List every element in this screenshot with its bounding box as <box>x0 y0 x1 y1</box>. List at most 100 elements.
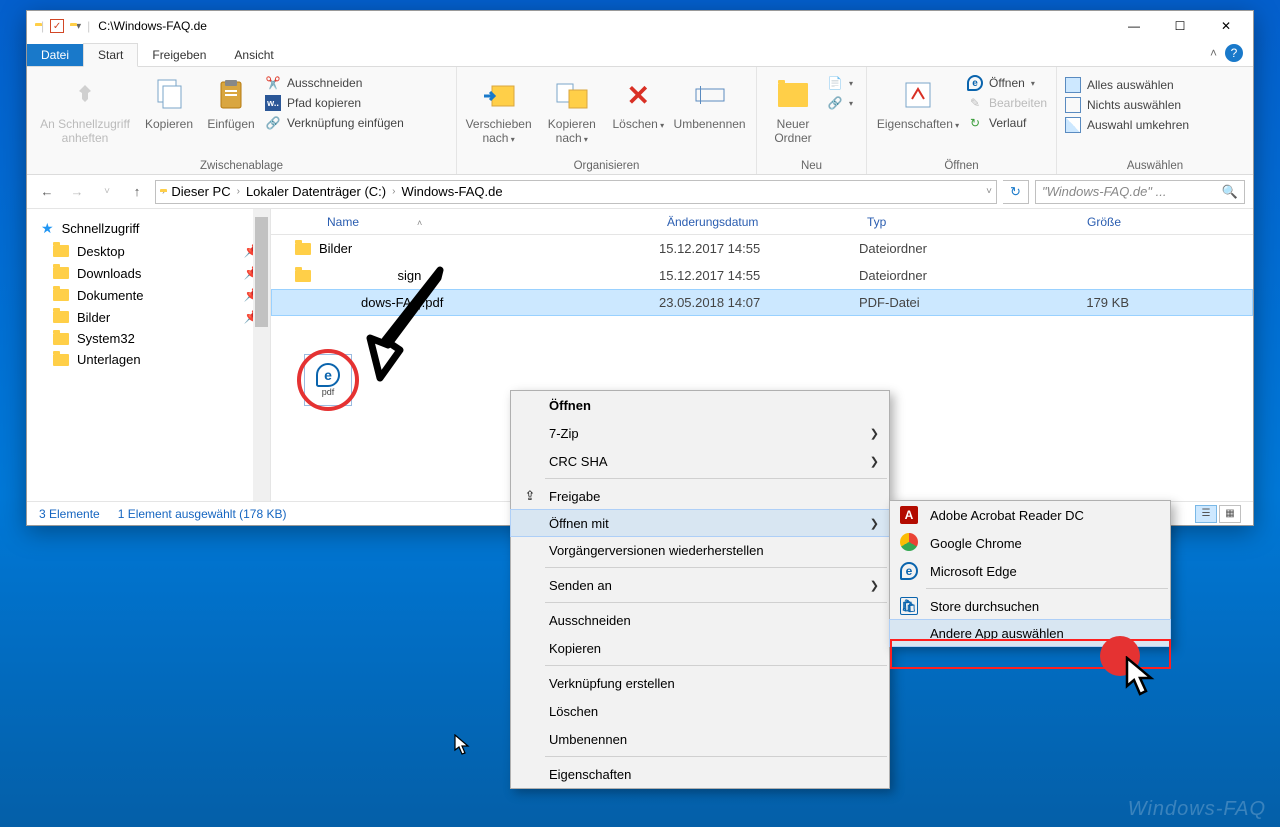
folder-icon <box>53 267 69 279</box>
copy-to-button[interactable]: Kopieren nach ▾ <box>538 71 605 145</box>
ctx-store[interactable]: 🛍Store durchsuchen <box>890 592 1170 620</box>
qat-overflow[interactable]: ▾ <box>76 21 81 32</box>
search-icon: 🔍 <box>1222 184 1238 200</box>
search-input[interactable]: "Windows-FAQ.de" ... 🔍 <box>1035 180 1245 204</box>
sidebar-item[interactable]: Downloads📌 <box>27 262 270 284</box>
ctx-shortcut[interactable]: Verknüpfung erstellen <box>511 669 889 697</box>
new-folder-button[interactable]: Neuer Ordner <box>765 71 821 145</box>
help-button[interactable]: ? <box>1225 44 1243 62</box>
breadcrumb-segment[interactable]: Dieser PC <box>167 184 234 199</box>
ctx-send-to[interactable]: Senden an❯ <box>511 571 889 599</box>
window-title: C:\Windows-FAQ.de <box>98 19 207 33</box>
select-all-button[interactable]: Alles auswählen <box>1065 77 1189 93</box>
delete-icon: ✕ <box>627 75 650 115</box>
tab-view[interactable]: Ansicht <box>220 44 287 66</box>
ctx-copy[interactable]: Kopieren <box>511 634 889 662</box>
minimize-button[interactable]: — <box>1111 12 1157 40</box>
ctx-cut[interactable]: Ausschneiden <box>511 606 889 634</box>
context-menu: Öffnen 7-Zip❯ CRC SHA❯ ⇪Freigabe Öffnen … <box>510 390 890 789</box>
collapse-ribbon-button[interactable]: ˄ <box>1210 46 1217 60</box>
open-button[interactable]: eÖffnen ▾ <box>967 75 1047 91</box>
col-size[interactable]: Größe <box>1029 215 1129 229</box>
ctx-share[interactable]: ⇪Freigabe <box>511 482 889 510</box>
history-button[interactable]: ↻Verlauf <box>967 115 1047 131</box>
ctx-properties[interactable]: Eigenschaften <box>511 760 889 788</box>
paste-button[interactable]: Einfügen <box>203 71 259 131</box>
maximize-button[interactable]: ☐ <box>1157 12 1203 40</box>
folder-icon <box>53 245 69 257</box>
annotation-arrow <box>350 260 460 390</box>
new-folder-icon <box>778 75 808 115</box>
context-submenu-open-with: AAdobe Acrobat Reader DC Google Chrome e… <box>889 500 1171 647</box>
ctx-prev-versions[interactable]: Vorgängerversionen wiederherstellen <box>511 536 889 564</box>
breadcrumb-segment[interactable]: Windows-FAQ.de <box>397 184 506 199</box>
move-to-button[interactable]: Verschieben nach ▾ <box>465 71 532 145</box>
rename-button[interactable]: Umbenennen <box>671 71 748 131</box>
group-select-label: Auswählen <box>1065 158 1245 172</box>
breadcrumb-segment[interactable]: Lokaler Datenträger (C:) <box>242 184 390 199</box>
forward-button[interactable]: → <box>65 184 89 199</box>
properties-button[interactable]: Eigenschaften ▾ <box>875 71 961 131</box>
table-row[interactable]: Bilder15.12.2017 14:55Dateiordner <box>271 235 1253 262</box>
folder-icon <box>287 243 319 255</box>
sidebar-item[interactable]: Bilder📌 <box>27 306 270 328</box>
back-button[interactable]: ← <box>35 184 59 199</box>
titlebar: | ✓ ▾ | C:\Windows-FAQ.de — ☐ ✕ <box>27 11 1253 41</box>
ctx-7zip[interactable]: 7-Zip❯ <box>511 419 889 447</box>
column-headers: Name˄ Änderungsdatum Typ Größe <box>271 209 1253 235</box>
paste-shortcut-button[interactable]: 🔗Verknüpfung einfügen <box>265 115 404 131</box>
up-button[interactable]: ↑ <box>125 184 149 199</box>
ctx-acrobat[interactable]: AAdobe Acrobat Reader DC <box>890 501 1170 529</box>
cursor-pointer <box>1125 656 1159 698</box>
invert-selection-button[interactable]: Auswahl umkehren <box>1065 117 1189 133</box>
address-bar[interactable]: › Dieser PC › Lokaler Datenträger (C:) ›… <box>155 180 997 204</box>
close-button[interactable]: ✕ <box>1203 12 1249 40</box>
refresh-button[interactable]: ↻ <box>1003 180 1029 204</box>
group-organize-label: Organisieren <box>465 158 748 172</box>
history-icon: ↻ <box>967 115 983 131</box>
copy-button[interactable]: Kopieren <box>141 71 197 131</box>
ctx-open-with[interactable]: Öffnen mit❯ <box>510 509 890 537</box>
folder-icon <box>287 270 319 282</box>
ctx-crc[interactable]: CRC SHA❯ <box>511 447 889 475</box>
ctx-delete[interactable]: Löschen <box>511 697 889 725</box>
folder-icon <box>53 311 69 323</box>
pin-quick-access-button[interactable]: An Schnellzugriff anheften <box>35 71 135 145</box>
recent-dropdown[interactable]: ˅ <box>95 186 119 197</box>
copy-icon <box>154 75 184 115</box>
select-none-button[interactable]: Nichts auswählen <box>1065 97 1189 113</box>
edit-button[interactable]: ✎Bearbeiten <box>967 95 1047 111</box>
edit-icon: ✎ <box>967 95 983 111</box>
sidebar-quick-access[interactable]: ★Schnellzugriff <box>27 217 270 240</box>
details-view-button[interactable]: ☰ <box>1195 505 1217 523</box>
delete-button[interactable]: ✕ Löschen ▾ <box>611 71 665 131</box>
easy-access-button[interactable]: 🔗▾ <box>827 95 853 111</box>
sidebar-scrollbar[interactable] <box>253 209 270 501</box>
cut-button[interactable]: ✂️Ausschneiden <box>265 75 404 91</box>
pin-icon <box>71 75 99 115</box>
tab-share[interactable]: Freigeben <box>138 44 220 66</box>
tab-start[interactable]: Start <box>83 43 138 67</box>
address-dropdown[interactable]: ˅ <box>986 186 992 197</box>
new-item-icon: 📄 <box>827 75 843 91</box>
new-item-button[interactable]: 📄▾ <box>827 75 853 91</box>
ctx-chrome[interactable]: Google Chrome <box>890 529 1170 557</box>
col-name[interactable]: Name˄ <box>319 215 659 229</box>
icons-view-button[interactable]: ▦ <box>1219 505 1241 523</box>
status-selected: 1 Element ausgewählt (178 KB) <box>118 507 287 521</box>
ctx-edge[interactable]: eMicrosoft Edge <box>890 557 1170 585</box>
sidebar-item[interactable]: Unterlagen <box>27 349 270 370</box>
sidebar-item[interactable]: System32 <box>27 328 270 349</box>
edge-open-icon: e <box>967 75 983 91</box>
ctx-rename[interactable]: Umbenennen <box>511 725 889 753</box>
col-type[interactable]: Typ <box>859 215 1029 229</box>
sidebar-item[interactable]: Dokumente📌 <box>27 284 270 306</box>
sidebar-item[interactable]: Desktop📌 <box>27 240 270 262</box>
tab-file[interactable]: Datei <box>27 44 83 66</box>
select-all-icon <box>1065 77 1081 93</box>
qat-check-icon[interactable]: ✓ <box>50 19 64 33</box>
sidebar: ★Schnellzugriff Desktop📌 Downloads📌 Doku… <box>27 209 271 501</box>
ctx-open[interactable]: Öffnen <box>511 391 889 419</box>
copy-path-button[interactable]: w..Pfad kopieren <box>265 95 404 111</box>
col-date[interactable]: Änderungsdatum <box>659 215 859 229</box>
